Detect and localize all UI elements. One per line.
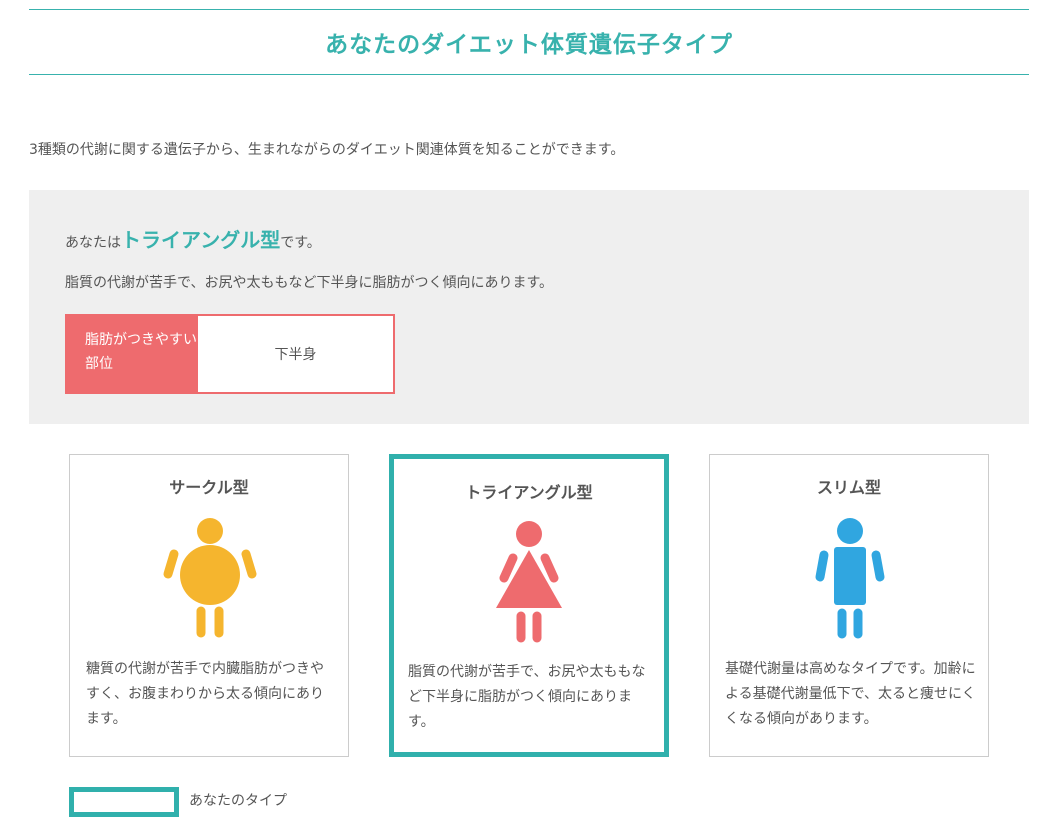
page-title: あなたのダイエット体質遺伝子タイプ	[325, 32, 733, 58]
card-description: 基礎代謝量は高めなタイプです。加齢による基礎代謝量低下で、太ると痩せにくくなる傾…	[725, 661, 976, 727]
card-description: 糖質の代謝が苦手で内臓脂肪がつきやすく、お腹まわりから太る傾向にあります。	[86, 661, 324, 727]
legend-swatch	[69, 787, 179, 817]
result-prefix: あなたは	[65, 235, 121, 251]
type-card-triangle: トライアングル型 脂質の代謝が苦手で、お尻や太ももなど下半身に脂肪がつく傾向にあ…	[389, 454, 669, 757]
card-title: サークル型	[169, 478, 249, 497]
type-card-circle: サークル型 糖質の代謝が苦手で内臓脂肪がつきやすく、お腹まわりから太る傾向にあり…	[69, 454, 349, 757]
card-title: スリム型	[816, 478, 881, 497]
fat-area-table: 脂肪がつきやすい部位 下半身	[65, 314, 395, 394]
type-card-slim: スリム型 基礎代謝量は高めなタイプです。加齢による基礎代謝量低下で、太ると痩せに…	[709, 454, 989, 757]
result-description: 脂質の代謝が苦手で、お尻や太ももなど下半身に脂肪がつく傾向にあります。	[65, 275, 554, 291]
page-header: あなたのダイエット体質遺伝子タイプ	[29, 9, 1029, 75]
intro-text: 3種類の代謝に関する遺伝子から、生まれながらのダイエット関連体質を知ることができ…	[29, 142, 625, 158]
card-title: トライアングル型	[465, 483, 593, 502]
triangle-body-icon	[496, 521, 562, 643]
card-description: 脂質の代謝が苦手で、お尻や太ももなど下半身に脂肪がつく傾向にあります。	[408, 664, 646, 730]
result-panel: あなたはトライアングル型です。 脂質の代謝が苦手で、お尻や太ももなど下半身に脂肪…	[29, 190, 1029, 424]
result-summary: あなたはトライアングル型です。	[65, 224, 321, 253]
result-type-name: トライアングル型	[121, 228, 281, 252]
fat-area-label: 脂肪がつきやすい部位	[67, 316, 198, 392]
circle-body-icon	[163, 518, 257, 638]
legend-label: あなたのタイプ	[189, 793, 287, 809]
fat-area-value: 下半身	[274, 347, 317, 363]
result-suffix: です。	[280, 235, 321, 251]
slim-body-icon	[815, 518, 885, 639]
